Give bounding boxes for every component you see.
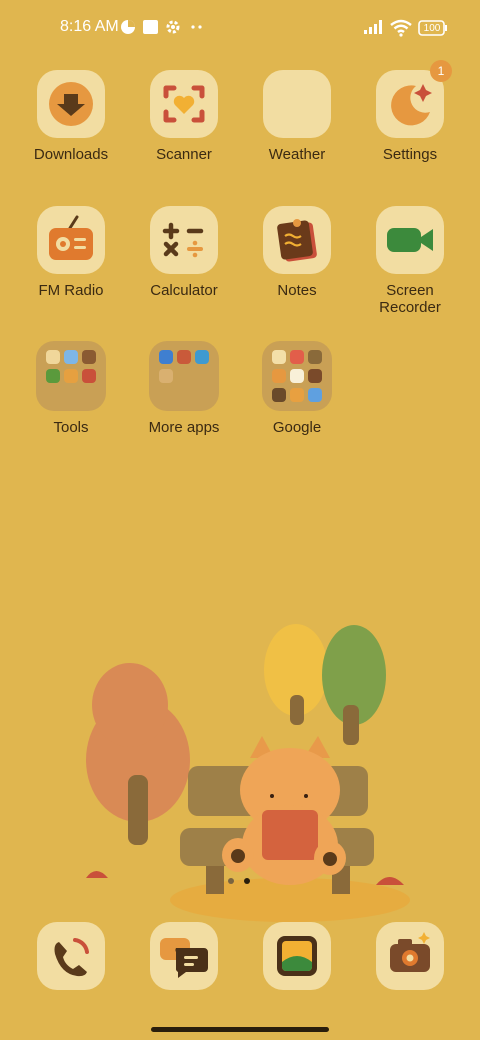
games-mini-icon bbox=[82, 369, 96, 383]
dock-messages[interactable] bbox=[150, 922, 218, 990]
app-fm-radio[interactable]: FM Radio bbox=[16, 206, 126, 299]
dock-phone[interactable] bbox=[37, 922, 105, 990]
tools-folder-tile[interactable] bbox=[36, 341, 106, 411]
downloads-tile[interactable] bbox=[37, 70, 105, 138]
linkedin-mini-icon bbox=[159, 369, 173, 383]
folder-more-apps[interactable]: More apps bbox=[129, 341, 239, 436]
radio-icon bbox=[49, 215, 93, 260]
scanner-icon bbox=[163, 85, 205, 123]
app-settings[interactable]: 1 Settings bbox=[355, 60, 465, 163]
app-notes[interactable]: Notes bbox=[242, 206, 352, 299]
compass-mini-icon bbox=[82, 350, 96, 364]
pinwheel-mini-icon bbox=[290, 388, 304, 402]
app-label: FM Radio bbox=[38, 282, 104, 299]
notification-badge: 1 bbox=[430, 60, 452, 82]
fm-radio-tile[interactable] bbox=[37, 206, 105, 274]
app-screen-recorder[interactable]: Screen Recorder bbox=[355, 206, 465, 316]
square-notification-icon bbox=[143, 20, 158, 34]
app-label: Notes bbox=[277, 282, 317, 299]
app-label: Settings bbox=[382, 146, 438, 163]
folder-google[interactable]: Google bbox=[242, 341, 352, 436]
play-store-mini-icon bbox=[308, 388, 322, 402]
folder-label: Tools bbox=[53, 419, 89, 436]
more-apps-folder-tile[interactable] bbox=[149, 341, 219, 411]
app-label: Scanner bbox=[156, 146, 212, 163]
battery-level: 100 bbox=[423, 23, 441, 34]
wifi-icon bbox=[390, 19, 412, 37]
gmail-mini-icon bbox=[290, 350, 304, 364]
wallpaper-illustration bbox=[86, 624, 410, 922]
gallery-icon bbox=[277, 936, 317, 976]
pie-notification-icon bbox=[121, 20, 135, 34]
browser-mini-icon bbox=[64, 350, 78, 364]
gear-notification-icon bbox=[166, 20, 180, 34]
cleaner-mini-icon bbox=[64, 369, 78, 383]
dock-gallery[interactable] bbox=[263, 922, 331, 990]
weather-icon bbox=[263, 70, 331, 138]
scanner-tile[interactable] bbox=[150, 70, 218, 138]
maps-mini-icon bbox=[308, 350, 322, 364]
messages-icon bbox=[160, 938, 208, 978]
app-label: Screen Recorder bbox=[379, 282, 441, 316]
notes-tile[interactable] bbox=[263, 206, 331, 274]
help-mini-icon bbox=[46, 369, 60, 383]
folder-label: More apps bbox=[148, 419, 220, 436]
photos-mini-icon bbox=[308, 369, 322, 383]
calculator-tile[interactable] bbox=[150, 206, 218, 274]
bubble-mini-icon bbox=[159, 350, 173, 364]
folder-label: Google bbox=[272, 419, 322, 436]
video-camera-icon bbox=[387, 228, 433, 252]
screen-recorder-tile[interactable] bbox=[376, 206, 444, 274]
calculator-icon bbox=[162, 222, 204, 258]
home-gesture-bar[interactable] bbox=[151, 1027, 329, 1032]
downloads-icon bbox=[49, 82, 93, 126]
app-scanner[interactable]: Scanner bbox=[129, 70, 239, 163]
dock-camera[interactable] bbox=[376, 922, 444, 990]
settings-tile[interactable]: 1 bbox=[376, 60, 452, 138]
status-time: 8:16 AM bbox=[60, 18, 119, 35]
app-calculator[interactable]: Calculator bbox=[129, 206, 239, 299]
google-folder-tile[interactable] bbox=[262, 341, 332, 411]
folder-tools[interactable]: Tools bbox=[16, 341, 126, 436]
page-dot-active bbox=[244, 878, 250, 884]
youtube-mini-icon bbox=[272, 388, 286, 402]
facebook-mini-icon bbox=[177, 350, 191, 364]
camera-icon bbox=[390, 932, 430, 972]
google-mini-icon bbox=[272, 350, 286, 364]
weather-tile[interactable] bbox=[263, 70, 331, 138]
app-label: Weather bbox=[268, 146, 326, 163]
app-downloads[interactable]: Downloads bbox=[16, 70, 126, 163]
page-dot bbox=[228, 878, 234, 884]
phone-icon bbox=[54, 938, 89, 977]
settings-moon-icon bbox=[391, 84, 432, 126]
status-bar: 8:16 AM 100 bbox=[0, 0, 480, 56]
app-label: Downloads bbox=[33, 146, 109, 163]
app-weather[interactable]: Weather bbox=[242, 70, 352, 163]
chrome-mini-icon bbox=[272, 369, 286, 383]
notes-icon bbox=[277, 219, 317, 262]
voice-recorder-mini-icon bbox=[46, 350, 60, 364]
signal-icon bbox=[364, 20, 382, 34]
more-dots-icon bbox=[191, 25, 202, 29]
app-label: Calculator bbox=[150, 282, 218, 299]
music-mini-icon bbox=[195, 350, 209, 364]
one-mini-icon bbox=[290, 369, 304, 383]
